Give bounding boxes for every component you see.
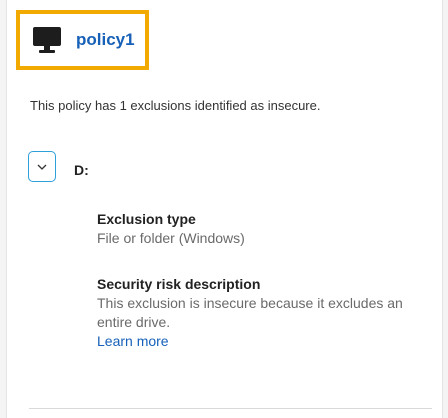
exclusion-type-title: Exclusion type bbox=[97, 211, 196, 227]
expand-collapse-button[interactable] bbox=[28, 151, 56, 182]
risk-description-title: Security risk description bbox=[97, 276, 261, 292]
exclusion-type-value: File or folder (Windows) bbox=[97, 230, 245, 246]
policy-name-link[interactable]: policy1 bbox=[76, 30, 135, 50]
exclusion-path: D: bbox=[74, 162, 89, 178]
chevron-down-icon bbox=[37, 164, 47, 170]
exclusion-type-section: Exclusion type File or folder (Windows) bbox=[97, 210, 245, 248]
monitor-icon bbox=[33, 27, 61, 53]
section-divider bbox=[29, 408, 432, 409]
insecure-summary: This policy has 1 exclusions identified … bbox=[30, 98, 321, 113]
policy-header: policy1 bbox=[16, 10, 149, 70]
learn-more-link[interactable]: Learn more bbox=[97, 332, 169, 351]
risk-description-value: This exclusion is insecure because it ex… bbox=[97, 295, 403, 330]
risk-description-section: Security risk description This exclusion… bbox=[97, 275, 427, 351]
policy-panel: policy1 This policy has 1 exclusions ide… bbox=[6, 0, 443, 418]
